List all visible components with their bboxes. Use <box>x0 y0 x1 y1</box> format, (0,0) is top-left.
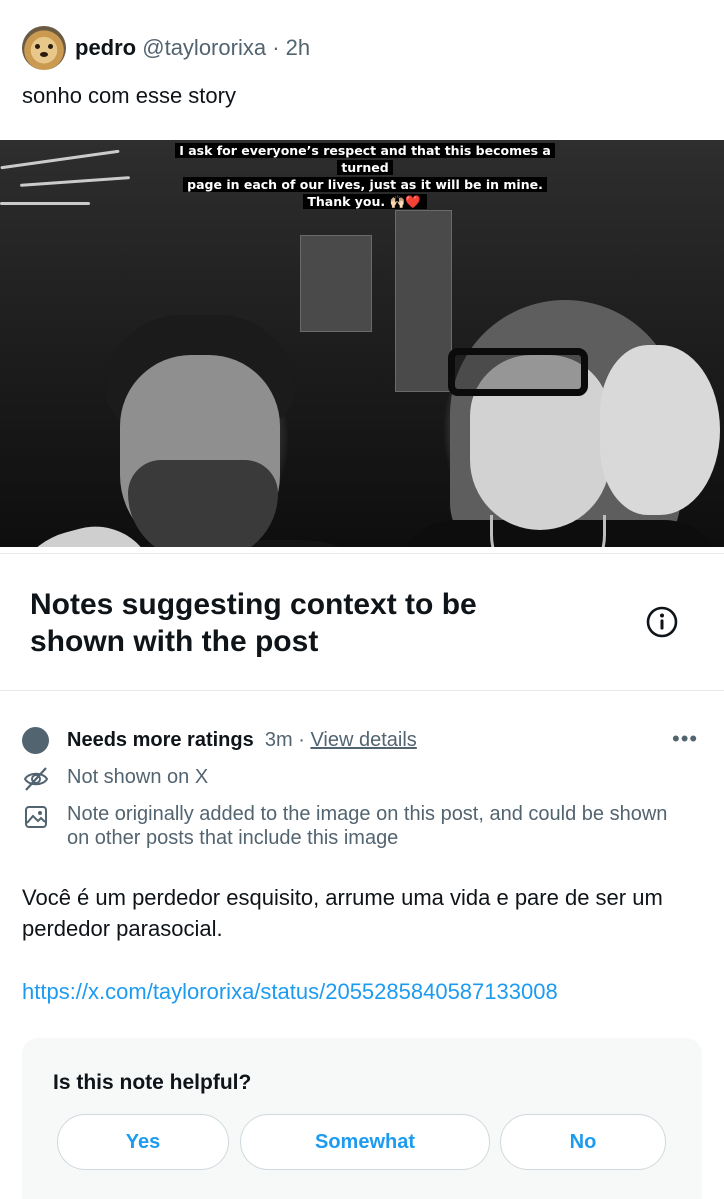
notes-title: Notes suggesting context to be shown wit… <box>30 588 477 658</box>
woman-hand <box>600 345 720 515</box>
caption-line: page in each of our lives, just as it wi… <box>183 177 547 192</box>
note-age: 3m <box>264 729 293 751</box>
note-origin: Note originally added to the image on th… <box>67 803 668 849</box>
ceiling-light <box>20 176 130 187</box>
user-handle[interactable]: @taylororixa <box>142 35 266 60</box>
info-icon[interactable] <box>645 605 679 639</box>
avatar-eye <box>35 44 40 49</box>
caption-thanks: Thank you. 🙌🏻 <box>307 194 406 209</box>
status-indicator <box>22 727 49 754</box>
not-shown-label: Not shown on X <box>67 766 209 788</box>
caption-line-3: Thank you. 🙌🏻❤️ <box>303 194 427 209</box>
note-meta: Needs more ratings 3m · View details <box>67 727 417 753</box>
more-icon[interactable]: ••• <box>672 728 700 750</box>
note-status: Needs more ratings <box>67 729 254 751</box>
divider <box>0 690 724 691</box>
avatar-eye <box>48 44 53 49</box>
no-button[interactable]: No <box>500 1114 666 1170</box>
separator-dot: · <box>272 35 280 60</box>
caption-line: I ask for everyone’s respect and that th… <box>175 143 555 175</box>
view-details-link[interactable]: View details <box>310 729 416 751</box>
heart-icon: ❤️ <box>405 194 423 209</box>
background-window <box>395 210 452 392</box>
background-window <box>300 235 372 332</box>
separator-dot: · <box>298 729 305 751</box>
glasses <box>448 348 588 396</box>
image-icon <box>24 805 48 829</box>
man-beard <box>128 460 278 547</box>
somewhat-button[interactable]: Somewhat <box>240 1114 490 1170</box>
ceiling-light <box>0 149 120 170</box>
ceiling-light <box>0 202 90 205</box>
avatar-nose <box>40 52 48 57</box>
note-body: Você é um perdedor esquisito, arrume uma… <box>22 885 663 941</box>
post-time[interactable]: 2h <box>286 35 310 60</box>
eye-off-icon <box>22 765 50 793</box>
note-source-link[interactable]: https://x.com/taylororixa/status/2055285… <box>22 978 558 1006</box>
post-text: sonho com esse story <box>22 83 236 108</box>
helpful-question: Is this note helpful? <box>53 1071 252 1094</box>
avatar[interactable] <box>22 26 66 70</box>
post-author-line: pedro @taylororixa · 2h <box>75 34 310 62</box>
yes-button[interactable]: Yes <box>57 1114 229 1170</box>
post-image[interactable]: I ask for everyone’s respect and that th… <box>0 140 724 547</box>
display-name[interactable]: pedro <box>75 35 136 60</box>
divider <box>0 553 724 554</box>
necklace <box>490 515 606 547</box>
story-caption: I ask for everyone’s respect and that th… <box>155 142 575 210</box>
